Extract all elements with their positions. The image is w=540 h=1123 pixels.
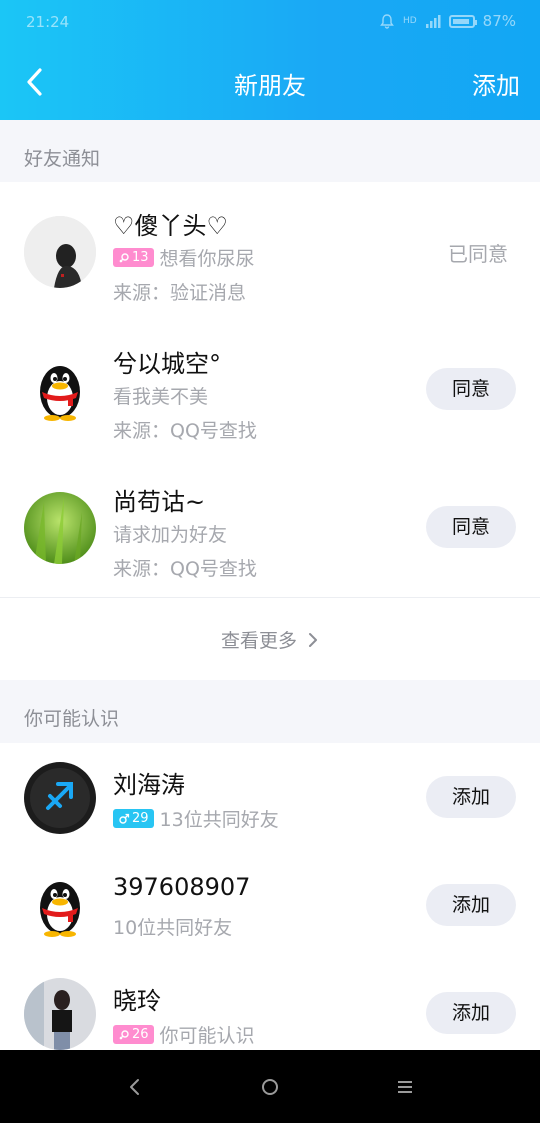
- header: 21:24 HD 87% 新朋友 添加: [0, 0, 540, 120]
- mutual-friends: 10位共同好友: [113, 917, 233, 939]
- battery-percentage: 87%: [482, 12, 516, 30]
- chevron-right-icon: [309, 633, 318, 647]
- section-title: 你可能认识: [24, 708, 120, 730]
- status-time: 21:24: [26, 13, 70, 31]
- contact-name: 397608907: [113, 873, 251, 901]
- status-icons: HD 87%: [379, 12, 516, 30]
- age: 29: [132, 811, 149, 826]
- suggestion-item[interactable]: 397608907 10位共同好友 添加: [0, 851, 540, 959]
- add-button[interactable]: 添加: [426, 776, 516, 818]
- avatar[interactable]: [24, 492, 96, 564]
- section-title: 好友通知: [24, 148, 101, 170]
- request-message: 看我美不美: [113, 386, 209, 408]
- female-icon: [119, 252, 129, 262]
- suggestion-item[interactable]: 刘海涛 29 13位共同好友 添加: [0, 743, 540, 851]
- contact-name: 晓玲: [113, 987, 161, 1015]
- avatar[interactable]: [24, 216, 96, 288]
- gender-age-badge: 13: [113, 248, 154, 267]
- request-source: 来源：验证消息: [113, 282, 247, 304]
- contact-info: 13 想看你尿尿: [113, 244, 255, 271]
- battery-icon: [448, 14, 477, 28]
- female-icon: [119, 1029, 129, 1039]
- notifications-card: ♡傻丫头♡ 13 想看你尿尿 来源：验证消息 已同意 兮以城空° 看我美不美 来…: [0, 182, 540, 680]
- see-more-label: 查看更多: [220, 630, 297, 652]
- bell-icon: [380, 14, 394, 29]
- contact-name: 兮以城空°: [113, 350, 221, 378]
- signal-icon: [425, 15, 441, 28]
- contact-info: 26 你可能认识: [113, 1021, 255, 1048]
- request-source: 来源：QQ号查找: [113, 420, 257, 442]
- contact-name: 尚苟诂~: [113, 488, 206, 516]
- notification-item[interactable]: ♡傻丫头♡ 13 想看你尿尿 来源：验证消息 已同意: [0, 182, 540, 320]
- suggestion-reason: 你可能认识: [159, 1025, 255, 1047]
- section-header-suggestions: 你可能认识: [0, 680, 540, 742]
- gender-age-badge: 29: [113, 809, 154, 828]
- qq-penguin-avatar[interactable]: [24, 870, 96, 942]
- system-back-icon[interactable]: [124, 1076, 146, 1098]
- avatar[interactable]: [24, 978, 96, 1050]
- add-button[interactable]: 添加: [426, 992, 516, 1034]
- status-bar: 21:24 HD 87%: [0, 0, 540, 44]
- gender-age-badge: 26: [113, 1025, 154, 1044]
- contact-name: ♡傻丫头♡: [113, 212, 229, 240]
- sagittarius-avatar[interactable]: [24, 762, 96, 834]
- mutual-friends: 13位共同好友: [159, 809, 279, 831]
- see-more-link[interactable]: 查看更多: [0, 626, 540, 653]
- add-friend-button[interactable]: 添加: [472, 66, 520, 101]
- suggestions-card: 刘海涛 29 13位共同好友 添加 397608907 10位共同好友 添加 晓…: [0, 743, 540, 1050]
- nav-bar: 新朋友 添加: [0, 44, 540, 120]
- system-menu-icon[interactable]: [394, 1076, 416, 1098]
- divider: [0, 597, 540, 598]
- suggestion-item[interactable]: 晓玲 26 你可能认识 添加: [0, 959, 540, 1050]
- request-source: 来源：QQ号查找: [113, 558, 257, 580]
- accept-button[interactable]: 同意: [426, 506, 516, 548]
- add-button[interactable]: 添加: [426, 884, 516, 926]
- accept-button[interactable]: 同意: [426, 368, 516, 410]
- accepted-status: 已同意: [448, 242, 508, 266]
- page-title: 新朋友: [234, 72, 306, 100]
- system-home-icon[interactable]: [259, 1076, 281, 1098]
- contact-name: 刘海涛: [113, 771, 185, 799]
- notification-item[interactable]: 兮以城空° 看我美不美 来源：QQ号查找 同意: [0, 320, 540, 458]
- notification-item[interactable]: 尚苟诂~ 请求加为好友 来源：QQ号查找 同意: [0, 458, 540, 596]
- request-message: 想看你尿尿: [159, 248, 255, 270]
- hd-indicator: HD: [402, 16, 417, 26]
- male-icon: [119, 813, 130, 824]
- request-message: 请求加为好友: [113, 524, 228, 546]
- qq-penguin-avatar[interactable]: [24, 354, 96, 426]
- section-header-notifications: 好友通知: [0, 120, 540, 182]
- age: 26: [132, 1027, 149, 1042]
- system-navigation-bar: [0, 1050, 540, 1123]
- age: 13: [132, 250, 149, 265]
- contact-info: 29 13位共同好友: [113, 805, 279, 832]
